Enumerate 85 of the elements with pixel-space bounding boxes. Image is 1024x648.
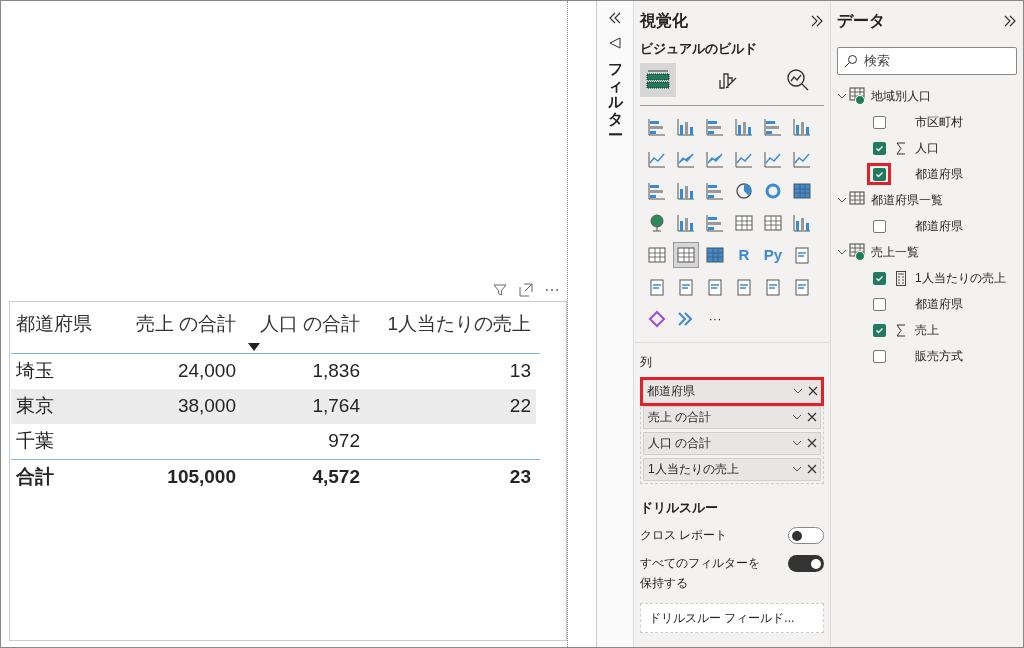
table-cell: 東京	[11, 389, 111, 424]
table-cell-text: 千葉	[15, 429, 55, 454]
expand-pane-icon[interactable]	[1003, 14, 1017, 28]
field-name[interactable]: 販売方式	[915, 347, 963, 365]
option-label: クロス レポート	[640, 527, 729, 544]
check-icon	[874, 325, 884, 335]
table-cell-text: 1,836	[311, 359, 361, 384]
sigma-icon	[896, 141, 906, 155]
fields-tab[interactable]	[640, 62, 676, 97]
field-pill[interactable]: 都道府県	[643, 379, 821, 403]
pane-title: 視覚化	[640, 11, 688, 31]
checkbox[interactable]	[872, 141, 886, 155]
field-name[interactable]: 市区町村	[915, 113, 963, 131]
column-header[interactable]: 1人当たりの売上	[365, 310, 536, 353]
table-cell-text: 合計	[15, 465, 55, 490]
check-icon	[874, 273, 884, 283]
drillthrough-field-well[interactable]: ドリルスルー フィールド...	[640, 603, 824, 633]
section-title: ドリルスルー	[640, 498, 719, 517]
table-cell-text: 埼玉	[15, 359, 55, 384]
filter-icon[interactable]	[493, 283, 507, 297]
checkbox[interactable]	[872, 349, 886, 363]
table-cell-text: 105,000	[166, 465, 237, 490]
sigma-icon	[896, 323, 906, 337]
expand-icon[interactable]	[519, 283, 533, 297]
field-name[interactable]: 都道府県	[915, 295, 963, 313]
check-icon	[874, 143, 884, 153]
search-input[interactable]: 検索	[864, 51, 1010, 71]
table-fields-icon	[645, 67, 671, 92]
field-pill[interactable]: 人口 の合計	[643, 431, 821, 455]
field-label: 売上 の合計	[648, 409, 712, 426]
more-visuals-button[interactable]: ···	[702, 305, 728, 332]
close-icon[interactable]	[807, 385, 819, 397]
field-name[interactable]: 都道府県	[915, 217, 963, 235]
section-title: ビジュアルのビルド	[640, 40, 758, 58]
option-label: すべてのフィルターを保持する	[640, 555, 761, 592]
table-cell-text: 4,572	[311, 465, 361, 490]
field-label: 都道府県	[647, 383, 695, 400]
field-pill[interactable]: 売上 の合計	[643, 405, 821, 429]
table-name[interactable]: 都道府県一覧	[871, 191, 943, 209]
table-cell-text: 13	[508, 359, 532, 384]
field-label: 1人当たりの売上	[648, 461, 739, 478]
field-name[interactable]: 都道府県	[915, 165, 963, 183]
field-name[interactable]: 売上	[915, 321, 939, 339]
column-header[interactable]: 都道府県	[11, 310, 111, 353]
chevron-icon[interactable]	[837, 195, 847, 205]
check-icon	[874, 169, 884, 179]
collapse-icon[interactable]	[608, 11, 622, 25]
pane-title: データ	[837, 11, 885, 31]
field-label: 人口 の合計	[648, 435, 712, 452]
expand-pane-icon[interactable]	[810, 14, 824, 28]
table-cell-text: 972	[327, 429, 361, 454]
close-icon[interactable]	[806, 463, 818, 475]
toggle-switch[interactable]	[788, 555, 824, 572]
close-icon[interactable]	[806, 437, 818, 449]
column-header[interactable]: 人口 の合計	[241, 310, 365, 353]
chevron-icon[interactable]	[837, 247, 847, 257]
table-icon[interactable]	[673, 241, 699, 268]
sort-descending-icon	[248, 343, 260, 351]
filters-pane-title[interactable]: フィルター	[607, 61, 623, 144]
checkbox[interactable]	[872, 167, 886, 181]
table-cell: 22	[365, 389, 536, 424]
checkbox[interactable]	[872, 297, 886, 311]
table-name[interactable]: 売上一覧	[871, 243, 919, 261]
search-icon	[844, 54, 858, 68]
search-field[interactable]: 検索	[837, 47, 1017, 75]
table-name[interactable]: 地域別人口	[871, 87, 931, 105]
checkbox[interactable]	[872, 219, 886, 233]
field-pill[interactable]: 1人当たりの売上	[643, 457, 821, 481]
toggle-switch[interactable]	[788, 527, 824, 544]
column-header[interactable]: 売上 の合計	[111, 310, 241, 353]
table-cell: 1,764	[241, 389, 365, 424]
field-name[interactable]: 人口	[915, 139, 939, 157]
calculator-icon	[896, 270, 906, 286]
table-cell-text: 24,000	[176, 359, 237, 384]
checkbox[interactable]	[872, 323, 886, 337]
checkbox[interactable]	[872, 271, 886, 285]
checkbox[interactable]	[872, 115, 886, 129]
chevron-icon[interactable]	[837, 91, 847, 101]
table-cell-text: 23	[508, 465, 532, 490]
filter-icon	[609, 37, 621, 49]
well-label: 列	[640, 353, 653, 371]
table-cell: 38,000	[111, 389, 241, 424]
close-icon[interactable]	[806, 411, 818, 423]
magnifier-chart-icon	[785, 66, 811, 93]
field-name[interactable]: 1人当たりの売上	[915, 269, 1006, 287]
